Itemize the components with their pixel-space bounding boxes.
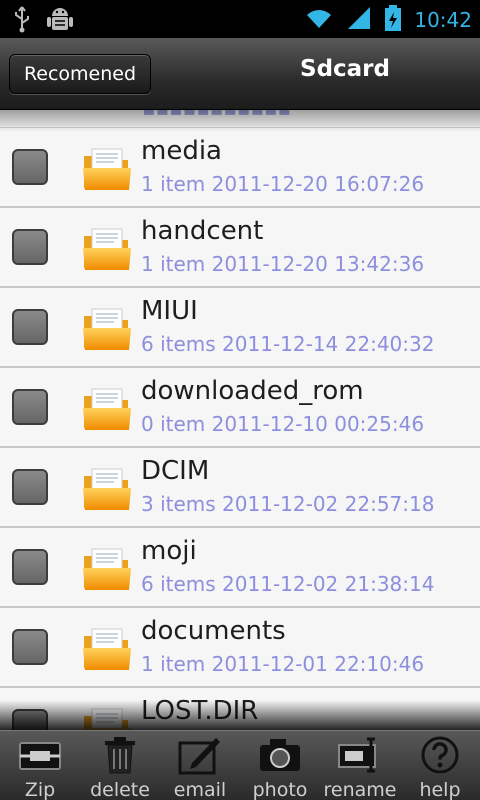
folder-icon [82,626,132,672]
wifi-icon [304,6,334,34]
folder-icon [82,226,132,272]
zip-icon [19,742,61,770]
item-checkbox[interactable] [12,709,48,730]
item-meta: 1 item 2011-12-01 22:10:46 [141,652,425,676]
signal-icon [346,5,372,35]
rename-button[interactable]: rename [320,731,400,800]
page-title: Sdcard [300,56,390,82]
item-name: LOST.DIR [141,696,259,726]
trash-icon [105,737,135,774]
item-checkbox[interactable] [12,389,48,425]
usb-icon [12,5,32,37]
item-name: downloaded_rom [141,376,364,406]
item-name: MIUI [141,296,198,326]
android-debug-icon [46,4,74,38]
item-meta: 1 item 2011-12-20 16:07:26 [141,172,425,196]
status-bar: 10:42 [0,0,480,38]
bottom-toolbar: Zip delete email photo rename help [0,730,480,800]
list-item[interactable]: media 1 item 2011-12-20 16:07:26 [0,128,480,208]
help-label: help [419,779,461,800]
item-name: media [141,136,222,166]
help-button[interactable]: help [400,731,480,800]
item-meta: 6 items 2011-12-14 22:40:32 [141,332,435,356]
item-name: documents [141,616,286,646]
zip-label: Zip [24,779,56,800]
email-button[interactable]: email [160,731,240,800]
folder-icon [82,386,132,432]
list-item[interactable]: MIUI 6 items 2011-12-14 22:40:32 [0,288,480,368]
rename-icon [338,737,376,773]
item-name: moji [141,536,197,566]
list-item[interactable]: LOST.DIR [0,688,480,730]
item-meta: 1 item 2011-12-20 13:42:36 [141,252,425,276]
rename-label: rename [323,779,397,800]
folder-icon [82,546,132,592]
item-checkbox[interactable] [12,549,48,585]
item-meta: 3 items 2011-12-02 22:57:18 [141,492,435,516]
email-label: email [173,779,227,800]
item-checkbox[interactable] [12,629,48,665]
list-item[interactable]: moji 6 items 2011-12-02 21:38:14 [0,528,480,608]
title-bar: Recomened Sdcard [0,38,480,110]
partial-meta: ▪▪▪▪▪▪▪▪▪▪▪ [142,110,291,120]
file-list[interactable]: ▪▪▪▪▪▪▪▪▪▪▪ media 1 item 2011-12-20 16:0… [0,110,480,730]
list-item-partial[interactable]: ▪▪▪▪▪▪▪▪▪▪▪ [0,110,480,128]
help-icon [421,736,459,774]
list-item[interactable]: DCIM 3 items 2011-12-02 22:57:18 [0,448,480,528]
list-item[interactable]: handcent 1 item 2011-12-20 13:42:36 [0,208,480,288]
folder-icon [82,146,132,192]
photo-label: photo [252,779,308,800]
clock: 10:42 [414,8,472,32]
item-checkbox[interactable] [12,469,48,505]
folder-icon [82,706,132,730]
delete-label: delete [90,779,150,800]
email-icon [178,738,220,775]
item-meta: 0 item 2011-12-10 00:25:46 [141,412,425,436]
photo-button[interactable]: photo [240,731,320,800]
folder-icon [82,306,132,352]
item-name: handcent [141,216,264,246]
item-name: DCIM [141,456,210,486]
item-meta: 6 items 2011-12-02 21:38:14 [141,572,435,596]
list-item[interactable]: documents 1 item 2011-12-01 22:10:46 [0,608,480,688]
folder-icon [82,466,132,512]
item-checkbox[interactable] [12,149,48,185]
recommended-button[interactable]: Recomened [9,54,151,94]
list-item[interactable]: downloaded_rom 0 item 2011-12-10 00:25:4… [0,368,480,448]
camera-icon [260,739,300,771]
item-checkbox[interactable] [12,229,48,265]
zip-button[interactable]: Zip [0,731,80,800]
item-checkbox[interactable] [12,309,48,345]
battery-charging-icon [384,4,402,36]
delete-button[interactable]: delete [80,731,160,800]
